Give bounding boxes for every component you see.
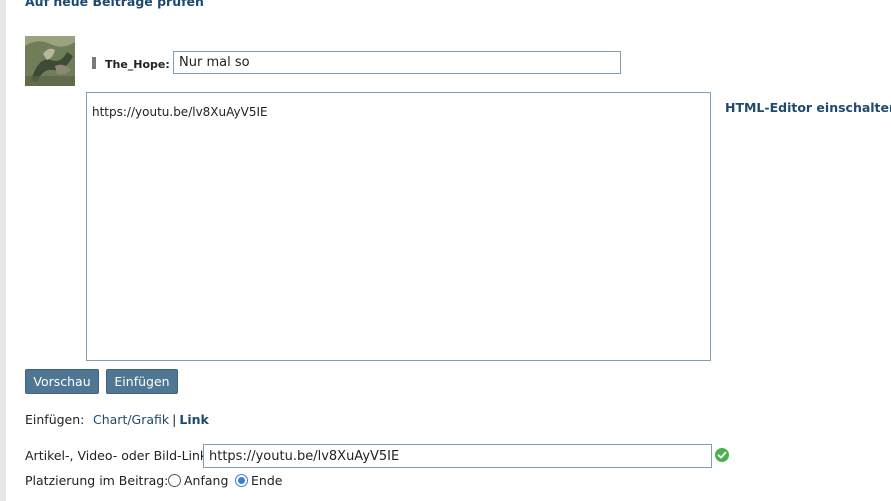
insert-type-label: Einfügen:: [25, 412, 85, 427]
placement-end-radio[interactable]: [235, 474, 248, 487]
insert-link-option[interactable]: Link: [179, 412, 208, 427]
post-title-input[interactable]: [173, 51, 621, 74]
link-field-label: Artikel-, Video- oder Bild-Link:: [25, 448, 212, 463]
insert-option-separator: |: [172, 412, 177, 427]
link-url-input[interactable]: [203, 444, 712, 468]
insert-type-row: Einfügen: Chart/Grafik | Link: [25, 412, 209, 427]
check-new-posts-link[interactable]: Auf neue Beiträge prüfen: [25, 0, 204, 9]
placement-start-radio[interactable]: [168, 474, 181, 487]
insert-chart-option[interactable]: Chart/Grafik: [93, 412, 169, 427]
placement-start-label[interactable]: Anfang: [184, 473, 228, 488]
author-username: The_Hope:: [105, 58, 170, 71]
left-border-bar: [0, 0, 6, 501]
placement-end-label[interactable]: Ende: [251, 473, 282, 488]
preview-button[interactable]: Vorschau: [25, 369, 99, 394]
valid-check-icon: [715, 448, 729, 462]
placement-label: Platzierung im Beitrag:: [25, 473, 169, 488]
author-marker: [92, 57, 96, 69]
insert-button[interactable]: Einfügen: [106, 369, 178, 394]
post-body-textarea[interactable]: https://youtu.be/lv8XuAyV5IE: [86, 92, 711, 361]
html-editor-toggle-link[interactable]: HTML-Editor einschalten: [725, 100, 891, 115]
avatar: [25, 36, 75, 86]
